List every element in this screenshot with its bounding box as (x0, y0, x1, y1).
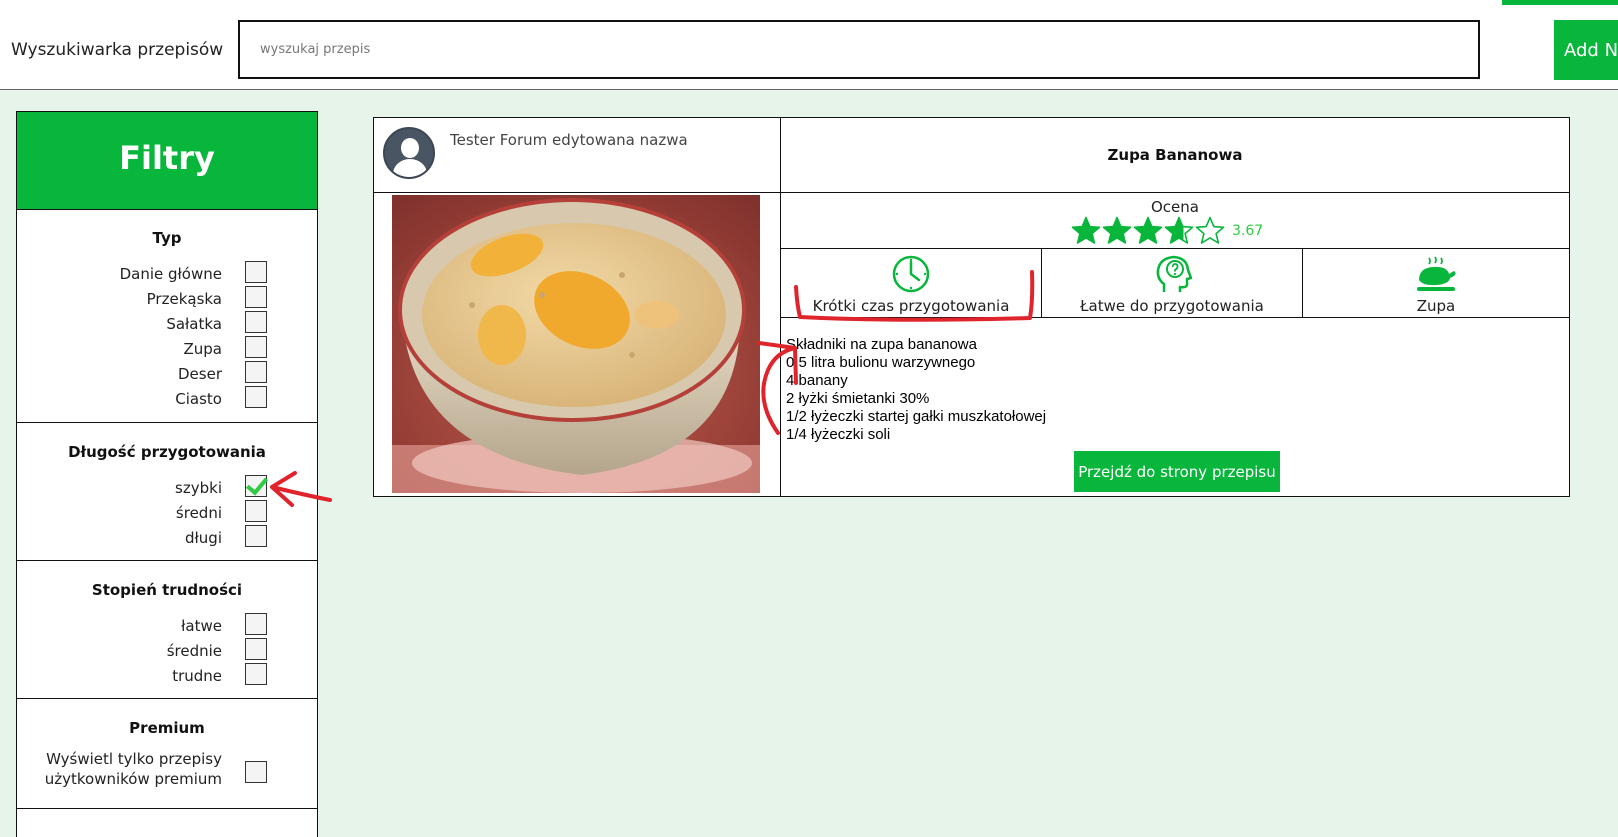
filter-option-quick[interactable]: szybki (17, 475, 317, 501)
feature-quick-prep: Krótki czas przygotowania (781, 251, 1041, 317)
filter-section-premium: Premium Wyświetl tylko przepisy użytkown… (17, 699, 317, 809)
recipe-title: Zupa Bananowa (1107, 146, 1243, 164)
soup-bowl-image (392, 195, 760, 493)
checkbox[interactable] (245, 286, 267, 308)
clock-icon (892, 255, 930, 293)
go-to-recipe-button[interactable]: Przejdź do strony przepisu (1074, 451, 1280, 492)
card-divider (374, 192, 1569, 193)
ingredient-line: Składniki na zupa bananowa (786, 336, 977, 353)
checkbox-checked[interactable] (245, 475, 267, 497)
star-empty-icon[interactable] (1195, 216, 1225, 246)
filter-section-difficulty: Stopień trudności łatwe średnie trudne (17, 561, 317, 699)
recipe-photo (392, 195, 760, 493)
ingredient-line: 1/2 łyżeczki startej gałki muszkatołowej (786, 408, 1047, 425)
filter-option-label: Deser (178, 365, 222, 383)
feature-label: Łatwe do przygotowania (1080, 297, 1264, 315)
ingredients-list: Składniki na zupa bananowa 0,5 litra bul… (786, 336, 1046, 444)
roast-chicken-icon (1417, 256, 1456, 291)
star-half-icon[interactable] (1164, 216, 1194, 246)
recipe-card: Tester Forum edytowana nazwa Zupa Banano… (373, 117, 1570, 497)
filters-sidebar: Filtry Typ Danie główne Przekąska Sałatk… (16, 111, 318, 837)
filter-option-label-line: użytkowników premium (44, 770, 222, 788)
search-input[interactable] (238, 20, 1480, 79)
app-title: Wyszukiwarka przepisów (11, 40, 224, 60)
filter-section-type: Typ Danie główne Przekąska Sałatka Zupa … (17, 210, 317, 423)
filter-option-easy[interactable]: łatwe (17, 613, 317, 639)
filter-option-label: Przekąska (146, 290, 222, 308)
filters-title: Filtry (17, 112, 317, 210)
checkbox[interactable] (245, 761, 267, 783)
filter-section-title: Stopień trudności (91, 581, 243, 599)
filter-option-dessert[interactable]: Deser (17, 361, 317, 387)
avatar-head-shape (401, 138, 419, 158)
filter-option-label: średni (175, 504, 222, 522)
checkbox[interactable] (245, 361, 267, 383)
filter-option-label: Wyświetl tylko przepisy użytkowników pre… (45, 749, 222, 789)
filter-section-title: Typ (152, 229, 182, 247)
filter-section-title: Premium (129, 719, 205, 737)
filter-option-hard[interactable]: trudne (17, 663, 317, 689)
head-question-icon (1156, 255, 1192, 292)
feature-easy-prep: Łatwe do przygotowania (1042, 251, 1302, 317)
star-full-icon[interactable] (1133, 216, 1163, 246)
feature-category: Zupa (1303, 251, 1569, 317)
checkbox[interactable] (245, 261, 267, 283)
filter-option-label: łatwe (181, 617, 222, 635)
filter-option-soup[interactable]: Zupa (17, 336, 317, 362)
checkbox[interactable] (245, 311, 267, 333)
rating-value: 3.67 (1232, 223, 1264, 239)
checkbox[interactable] (245, 500, 267, 522)
filter-option-label: Danie główne (119, 265, 222, 283)
filter-section-duration: Długość przygotowania szybki średni dług… (17, 423, 317, 561)
filter-option-label: Zupa (183, 340, 223, 358)
filter-section-title: Długość przygotowania (68, 443, 266, 461)
filter-option-long[interactable]: długi (17, 525, 317, 551)
checkbox[interactable] (245, 525, 267, 547)
ingredient-line: 1/4 łyżeczki soli (786, 426, 891, 443)
star-full-icon[interactable] (1071, 216, 1101, 246)
rating-label: Ocena (1151, 198, 1199, 216)
checkbox[interactable] (245, 663, 267, 685)
filter-option-premium-only[interactable]: Wyświetl tylko przepisy użytkowników pre… (17, 749, 317, 793)
filter-option-label: Sałatka (166, 315, 222, 333)
top-accent-strip (1502, 0, 1618, 5)
filter-option-label: szybki (175, 479, 222, 497)
star-full-icon[interactable] (1102, 216, 1132, 246)
filter-option-main-dish[interactable]: Danie główne (17, 261, 317, 287)
filter-option-snack[interactable]: Przekąska (17, 286, 317, 312)
ingredient-line: 4 banany (786, 372, 848, 389)
ingredient-line: 0,5 litra bulionu warzywnego (786, 354, 976, 371)
checkbox[interactable] (245, 336, 267, 358)
avatar-body-shape (393, 159, 427, 177)
top-bar: Wyszukiwarka przepisów Add Ne (0, 0, 1618, 90)
filter-option-label: długi (185, 529, 222, 547)
ingredient-line: 2 łyżki śmietanki 30% (786, 390, 930, 407)
rating-stars[interactable]: 3.67 (1071, 216, 1263, 246)
filter-option-label: średnie (166, 642, 222, 660)
filter-option-label: Ciasto (175, 390, 222, 408)
filter-option-label: trudne (172, 667, 222, 685)
stars-group[interactable] (1071, 216, 1226, 246)
card-divider (781, 248, 1569, 249)
checkbox[interactable] (245, 638, 267, 660)
filter-option-medium[interactable]: średni (17, 500, 317, 526)
avatar[interactable] (383, 127, 435, 179)
filter-option-salad[interactable]: Sałatka (17, 311, 317, 337)
filter-option-label-line: Wyświetl tylko przepisy (46, 750, 222, 768)
filter-option-medium-difficulty[interactable]: średnie (17, 638, 317, 664)
checkbox[interactable] (245, 613, 267, 635)
author-name[interactable]: Tester Forum edytowana nazwa (450, 131, 688, 149)
filter-option-cake[interactable]: Ciasto (17, 386, 317, 412)
checkbox[interactable] (245, 386, 267, 408)
card-divider (781, 317, 1569, 318)
feature-label: Krótki czas przygotowania (812, 297, 1010, 315)
feature-label: Zupa (1416, 297, 1456, 315)
add-new-button[interactable]: Add Ne (1554, 20, 1618, 80)
